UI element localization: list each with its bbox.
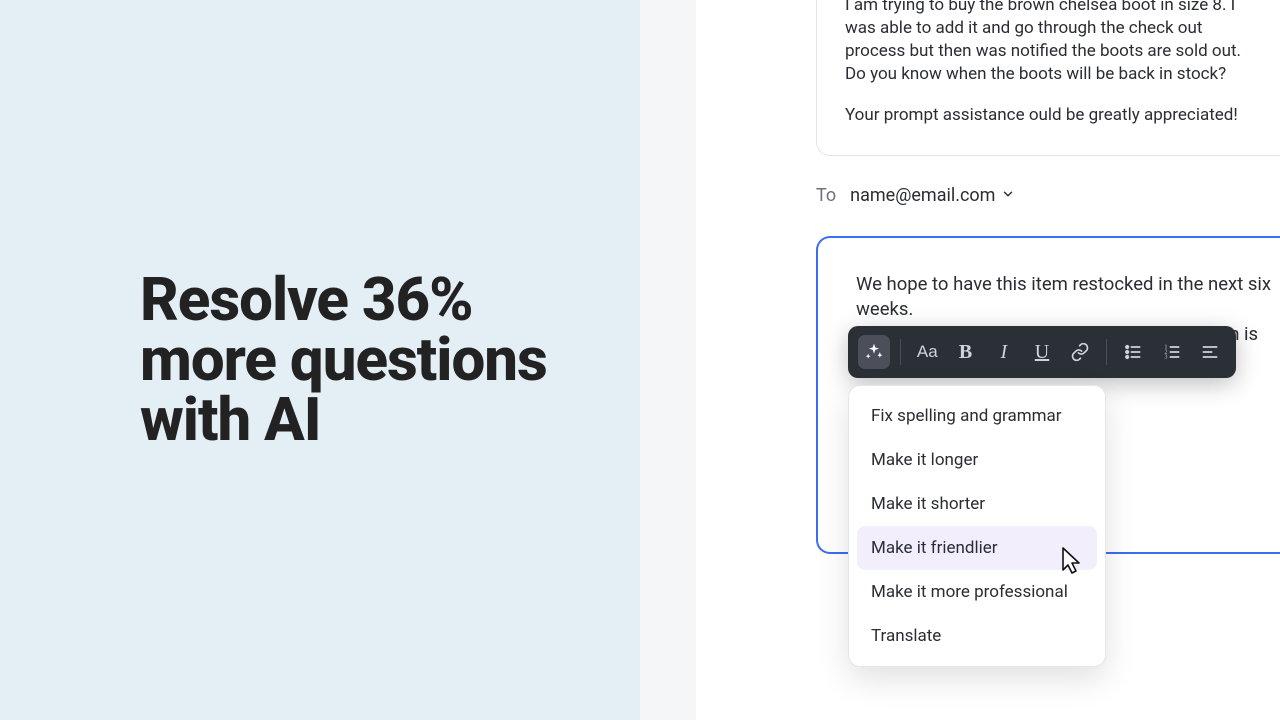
incoming-paragraph: I am trying to buy the brown chelsea boo… xyxy=(845,0,1252,86)
recipient-row[interactable]: To name@email.com xyxy=(816,185,1015,206)
italic-button[interactable]: I xyxy=(988,335,1020,369)
format-toolbar: Aa B I U 123 xyxy=(848,326,1236,378)
toolbar-separator xyxy=(1106,339,1107,365)
to-label: To xyxy=(816,185,836,206)
bullet-list-button[interactable] xyxy=(1117,335,1149,369)
ai-assist-button[interactable] xyxy=(858,335,890,369)
app-preview: I am trying to buy the brown chelsea boo… xyxy=(640,0,1280,720)
incoming-message-card: I am trying to buy the brown chelsea boo… xyxy=(816,0,1280,156)
text-style-button[interactable]: Aa xyxy=(911,335,943,369)
align-button[interactable] xyxy=(1194,335,1226,369)
ai-action-make-friendlier[interactable]: Make it friendlier xyxy=(857,526,1097,570)
underline-button[interactable]: U xyxy=(1026,335,1058,369)
ai-action-make-longer[interactable]: Make it longer xyxy=(857,438,1097,482)
hero-headline: Resolve 36% more questions with AI xyxy=(140,270,600,450)
ai-action-translate[interactable]: Translate xyxy=(857,614,1097,658)
ai-action-make-shorter[interactable]: Make it shorter xyxy=(857,482,1097,526)
ai-action-make-professional[interactable]: Make it more professional xyxy=(857,570,1097,614)
to-email: name@email.com xyxy=(850,185,995,206)
chevron-down-icon[interactable] xyxy=(1001,185,1015,206)
hero-panel: Resolve 36% more questions with AI xyxy=(0,0,640,720)
incoming-message-body: I am trying to buy the brown chelsea boo… xyxy=(845,0,1252,127)
toolbar-separator xyxy=(900,339,901,365)
incoming-paragraph: Your prompt assistance ould be greatly a… xyxy=(845,104,1252,127)
ai-actions-menu: Fix spelling and grammar Make it longer … xyxy=(848,385,1106,667)
bold-button[interactable]: B xyxy=(949,335,981,369)
ai-action-fix-spelling[interactable]: Fix spelling and grammar xyxy=(857,394,1097,438)
link-button[interactable] xyxy=(1064,335,1096,369)
numbered-list-button[interactable]: 123 xyxy=(1156,335,1188,369)
svg-text:3: 3 xyxy=(1164,355,1167,361)
